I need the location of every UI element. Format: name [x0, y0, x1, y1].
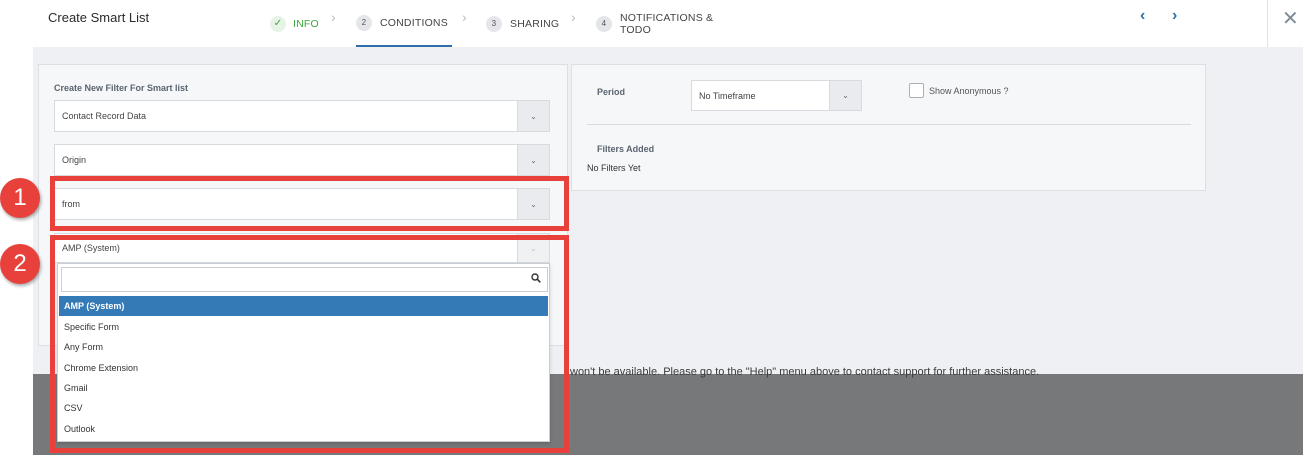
step-info[interactable]: ✓ INFO: [270, 0, 319, 47]
step-number: 3: [486, 15, 502, 32]
callout-box-1: [50, 176, 569, 231]
callout-badge-1: 1: [0, 178, 40, 218]
select-value: No Timeframe: [699, 90, 756, 101]
step-number: 4: [596, 15, 612, 32]
page-title: Create Smart List: [48, 10, 150, 25]
chevron-left-icon[interactable]: ‹: [1140, 7, 1145, 25]
chevron-down-icon[interactable]: ⌄: [517, 145, 549, 175]
wizard-header: Create Smart List ✓ INFO › 2 CONDITIONS …: [0, 0, 1303, 47]
step-conditions-label: CONDITIONS: [380, 16, 448, 29]
callout-box-2: [50, 235, 569, 453]
divider: [1267, 0, 1268, 47]
step-notifications-label: NOTIFICATIONS & TODO: [620, 12, 713, 36]
filters-summary-panel: [571, 64, 1206, 191]
chevron-down-icon[interactable]: ⌄: [517, 101, 549, 131]
step-sharing[interactable]: 3 SHARING: [486, 0, 559, 47]
filters-added-label: Filters Added: [597, 144, 655, 154]
step-sharing-label: SHARING: [510, 17, 560, 30]
step-number: 2: [356, 14, 372, 31]
step-conditions[interactable]: 2 CONDITIONS: [356, 0, 452, 47]
field-select[interactable]: Origin ⌄: [54, 144, 550, 176]
period-label: Period: [597, 87, 626, 97]
divider: [587, 124, 1191, 125]
callout-badge-2: 2: [0, 244, 40, 284]
filters-empty-text: No Filters Yet: [587, 163, 641, 173]
step-notifications[interactable]: 4 NOTIFICATIONS & TODO: [596, 0, 713, 47]
show-anonymous-checkbox[interactable]: [909, 83, 924, 98]
show-anonymous-label: Show Anonymous ?: [929, 86, 1009, 96]
select-value: Contact Record Data: [62, 111, 147, 121]
filter-heading: Create New Filter For Smart list: [54, 83, 189, 93]
chevron-down-icon[interactable]: ⌄: [829, 81, 861, 110]
step-notifications-line2: TODO: [620, 23, 651, 36]
step-notifications-line1: NOTIFICATIONS &: [620, 11, 714, 24]
close-icon[interactable]: ✕: [1282, 6, 1299, 31]
backdrop-message: won't be available. Please go to the "He…: [570, 366, 1040, 378]
chevron-right-icon[interactable]: ›: [1172, 7, 1177, 25]
smart-list-wizard: Create Smart List ✓ INFO › 2 CONDITIONS …: [0, 0, 1303, 455]
step-info-label: INFO: [293, 17, 319, 30]
checkmark-icon: ✓: [270, 15, 286, 32]
record-type-select[interactable]: Contact Record Data ⌄: [54, 100, 550, 132]
chevron-right-icon: ›: [571, 9, 576, 25]
period-select[interactable]: No Timeframe ⌄: [691, 80, 862, 111]
chevron-right-icon: ›: [331, 9, 336, 25]
chevron-right-icon: ›: [462, 9, 467, 25]
select-value: Origin: [62, 155, 87, 165]
